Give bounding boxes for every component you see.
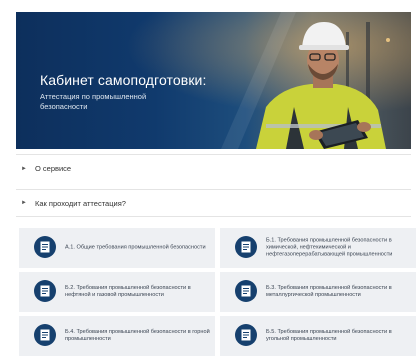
accordion-label: Как проходит аттестация?	[35, 198, 126, 208]
topic-card-b2[interactable]: Б.2. Требования промышленной безопасност…	[19, 272, 215, 312]
topic-card-a1[interactable]: А.1. Общие требования промышленной безоп…	[19, 228, 215, 268]
document-icon	[34, 324, 56, 346]
topic-card-label: Б.5. Требования промышленной безопасност…	[266, 329, 392, 342]
caret-right-icon: ►	[21, 200, 27, 206]
document-icon	[235, 280, 257, 302]
topic-card-b1[interactable]: Б.1. Требования промышленной безопасност…	[220, 228, 416, 268]
topic-card-b3[interactable]: Б.3. Требования промышленной безопасност…	[220, 272, 416, 312]
document-icon	[235, 324, 257, 346]
document-icon	[34, 236, 56, 258]
topic-card-b5[interactable]: Б.5. Требования промышленной безопасност…	[220, 316, 416, 356]
document-icon	[235, 236, 257, 258]
topic-card-label: Б.2. Требования промышленной безопасност…	[65, 285, 191, 298]
accordion-about-service[interactable]: ► О сервисе	[16, 154, 411, 182]
topic-card-label: Б.3. Требования промышленной безопасност…	[266, 285, 392, 298]
accordion-how-attestation[interactable]: ► Как проходит аттестация?	[16, 189, 411, 217]
caret-right-icon: ►	[21, 165, 27, 172]
topic-card-b4[interactable]: Б.4. Требования промышленной безопасност…	[19, 316, 215, 356]
topic-card-label: Б.1. Требования промышленной безопасност…	[266, 237, 393, 258]
accordion-label: О сервисе	[35, 164, 72, 173]
hero-banner: Кабинет самоподготовки: Аттестация по пр…	[16, 12, 411, 149]
hero-title: Кабинет самоподготовки:	[40, 72, 207, 88]
topic-card-label: А.1. Общие требования промышленной безоп…	[65, 244, 206, 251]
topic-card-label: Б.4. Требования промышленной безопасност…	[65, 329, 210, 342]
document-icon	[34, 280, 56, 302]
hero-subtitle: Аттестация по промышленной безопасности	[40, 92, 147, 111]
worker-illustration	[256, 22, 386, 149]
